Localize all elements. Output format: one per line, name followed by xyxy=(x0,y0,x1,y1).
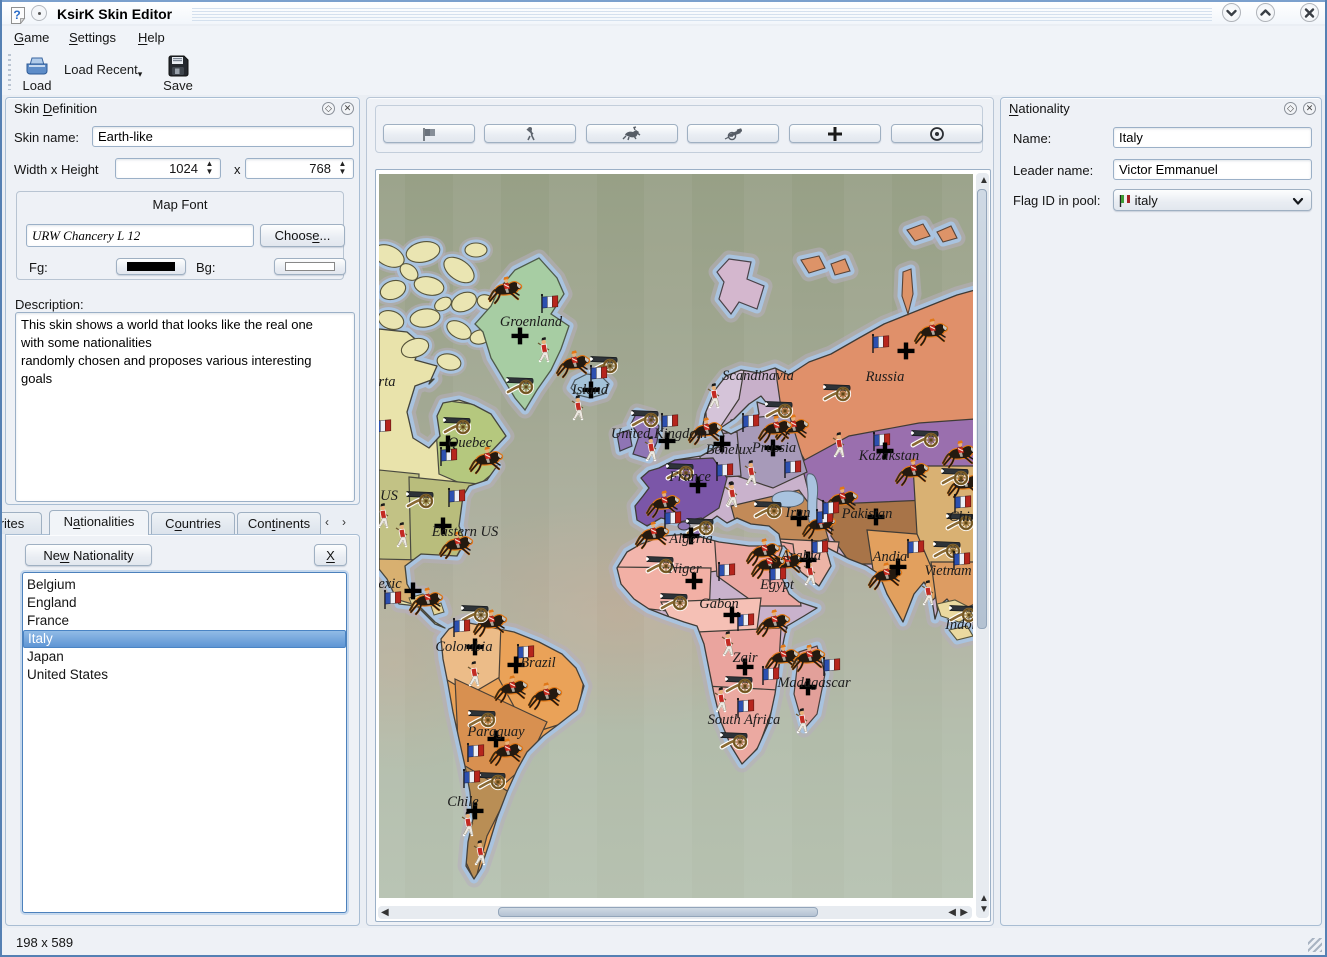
svg-text:Colombia: Colombia xyxy=(435,639,492,655)
svg-text:Chin: Chin xyxy=(949,509,973,525)
svg-text:Kazakstan: Kazakstan xyxy=(858,448,919,464)
svg-text:Island: Island xyxy=(571,382,609,398)
svg-text:Arabia: Arabia xyxy=(780,548,821,564)
svg-text:Brazil: Brazil xyxy=(520,655,555,671)
svg-text:Niger: Niger xyxy=(667,561,701,577)
svg-text:Mexic: Mexic xyxy=(379,576,402,592)
svg-text:Groenland: Groenland xyxy=(500,314,563,330)
svg-text:Paraguay: Paraguay xyxy=(466,724,525,740)
svg-text:Benelux: Benelux xyxy=(706,442,753,458)
svg-text:Zair: Zair xyxy=(733,650,758,666)
svg-text:Pakistan: Pakistan xyxy=(841,506,893,522)
svg-text:South Africa: South Africa xyxy=(708,712,781,728)
svg-text:Gabon: Gabon xyxy=(699,596,738,612)
svg-text:United Kingdom: United Kingdom xyxy=(611,426,707,442)
svg-text:rta: rta xyxy=(379,374,395,390)
svg-text:Chile: Chile xyxy=(447,794,479,810)
svg-text:Iran: Iran xyxy=(785,505,811,521)
svg-text:Scandinavia: Scandinavia xyxy=(722,368,794,384)
svg-text:Madagascar: Madagascar xyxy=(776,675,851,691)
svg-text:Eastern US: Eastern US xyxy=(431,524,499,540)
svg-text:Algeria: Algeria xyxy=(668,531,713,547)
svg-text:Andia: Andia xyxy=(872,549,908,565)
svg-text:Vietnam: Vietnam xyxy=(924,563,971,579)
svg-text:France: France xyxy=(668,469,711,485)
svg-text:US: US xyxy=(380,488,398,504)
svg-text:?: ? xyxy=(13,8,20,22)
svg-text:Russia: Russia xyxy=(865,369,905,385)
svg-text:Egypt: Egypt xyxy=(759,577,795,593)
svg-text:Indon: Indon xyxy=(944,617,973,633)
svg-text:Quebec: Quebec xyxy=(448,435,493,451)
svg-text:Prussia: Prussia xyxy=(751,440,796,456)
